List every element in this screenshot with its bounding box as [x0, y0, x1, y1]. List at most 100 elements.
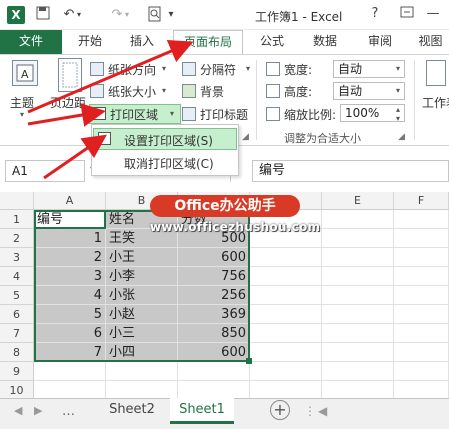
cell[interactable] — [394, 324, 449, 343]
scale-input[interactable]: 100% ▴ ▾ — [340, 104, 405, 123]
redo-dropdown-icon[interactable]: ▾ — [122, 6, 132, 24]
print-preview-icon[interactable] — [146, 6, 164, 24]
paper-size-button[interactable]: 纸张大小 — [108, 83, 156, 100]
print-titles-icon[interactable] — [182, 107, 196, 121]
sheet-options-icon[interactable] — [426, 60, 446, 86]
set-print-area-icon — [98, 132, 111, 145]
orientation-button[interactable]: 纸张方向 — [108, 61, 156, 78]
ribbon-group-divider-2 — [414, 60, 415, 140]
cell[interactable] — [178, 362, 250, 381]
cell[interactable] — [322, 248, 394, 267]
cell[interactable] — [322, 362, 394, 381]
cell[interactable] — [394, 305, 449, 324]
add-sheet-button[interactable]: + — [270, 400, 290, 420]
margins-label: 页边距 — [50, 96, 87, 110]
cell[interactable] — [394, 248, 449, 267]
cell[interactable] — [250, 305, 322, 324]
tab-formulas[interactable]: 公式 — [252, 30, 292, 54]
margins-icon[interactable] — [58, 58, 82, 92]
print-area-dropdown-icon[interactable]: ▾ — [170, 109, 174, 118]
print-titles-button[interactable]: 打印标题 — [200, 106, 248, 123]
watermark-badge: Office办公助手 — [150, 195, 300, 217]
select-all-corner[interactable] — [0, 192, 34, 210]
scale-icon — [266, 107, 280, 121]
cell[interactable] — [322, 305, 394, 324]
cell[interactable] — [322, 324, 394, 343]
themes-icon[interactable]: A — [12, 60, 38, 86]
breaks-dropdown-icon[interactable]: ▾ — [246, 64, 250, 73]
window-title: 工作簿1 - Excel — [255, 10, 343, 24]
row-header[interactable]: 4 — [0, 267, 34, 286]
row-header[interactable]: 9 — [0, 362, 34, 381]
themes-dropdown-icon[interactable]: ▾ — [20, 110, 24, 119]
tab-view[interactable]: 视图 — [412, 30, 449, 54]
cell[interactable] — [250, 267, 322, 286]
cell[interactable] — [250, 343, 322, 362]
cell[interactable] — [322, 229, 394, 248]
cell[interactable] — [394, 267, 449, 286]
cell[interactable] — [394, 229, 449, 248]
tab-file[interactable]: 文件 — [0, 30, 62, 54]
sheet-tab-sheet1[interactable]: Sheet1 — [170, 398, 234, 424]
formula-input[interactable]: 编号 — [252, 160, 449, 182]
row-header[interactable]: 5 — [0, 286, 34, 305]
column-header-e[interactable]: E — [322, 192, 394, 210]
set-print-area-label: 设置打印区域(S) — [124, 134, 213, 148]
scroll-right-icon[interactable]: ▶ — [34, 404, 42, 417]
cell[interactable] — [394, 343, 449, 362]
scroll-left-h-icon[interactable]: ◀ — [318, 404, 327, 418]
background-button[interactable]: 背景 — [200, 83, 224, 100]
cell[interactable] — [322, 210, 394, 229]
width-select[interactable]: 自动 ▾ — [333, 60, 405, 78]
dialog-launcher-icon[interactable]: ◢ — [398, 132, 405, 142]
scroll-left-icon[interactable]: ◀ — [14, 404, 22, 417]
tab-data[interactable]: 数据 — [305, 30, 345, 54]
page-setup-launcher-icon[interactable]: ◢ — [242, 132, 249, 142]
cell[interactable] — [34, 362, 106, 381]
row-header[interactable]: 8 — [0, 343, 34, 362]
help-icon[interactable]: ? — [366, 6, 384, 21]
column-header-a[interactable]: A — [34, 192, 106, 210]
tab-insert[interactable]: 插入 — [122, 30, 162, 54]
ribbon-display-options-icon[interactable] — [398, 6, 416, 22]
cell[interactable] — [250, 286, 322, 305]
cell[interactable] — [322, 343, 394, 362]
cell[interactable] — [394, 286, 449, 305]
orientation-dropdown-icon[interactable]: ▾ — [162, 64, 166, 73]
background-icon[interactable] — [182, 84, 196, 98]
breaks-icon[interactable] — [182, 62, 196, 76]
height-icon — [266, 84, 280, 98]
row-header[interactable]: 6 — [0, 305, 34, 324]
sheet-tab-scroll-handle-icon[interactable]: ⋮ — [304, 404, 316, 418]
column-header-f[interactable]: F — [394, 192, 449, 210]
cell[interactable] — [322, 267, 394, 286]
more-sheets-icon[interactable]: … — [62, 404, 75, 419]
paper-size-icon[interactable] — [90, 84, 104, 98]
customize-toolbar-icon[interactable]: ▾ — [166, 6, 176, 24]
cell[interactable] — [250, 324, 322, 343]
row-header[interactable]: 3 — [0, 248, 34, 267]
row-header[interactable]: 7 — [0, 324, 34, 343]
height-select[interactable]: 自动 ▾ — [333, 82, 405, 100]
minimize-button[interactable]: — — [424, 6, 442, 21]
menu-item-clear-print-area[interactable]: 取消打印区域(C) — [124, 155, 214, 172]
undo-dropdown-icon[interactable]: ▾ — [74, 6, 84, 24]
cell[interactable] — [250, 248, 322, 267]
sheet-tab-sheet2[interactable]: Sheet2 — [102, 398, 162, 424]
tab-page-layout[interactable]: 页面布局 — [173, 30, 243, 54]
name-box[interactable]: A1 — [5, 160, 85, 182]
save-icon[interactable] — [34, 6, 52, 24]
row-header[interactable]: 1 — [0, 210, 34, 229]
cell[interactable] — [394, 210, 449, 229]
tab-home[interactable]: 开始 — [70, 30, 110, 54]
row-header[interactable]: 2 — [0, 229, 34, 248]
breaks-button[interactable]: 分隔符 — [200, 61, 236, 78]
cell[interactable] — [106, 362, 178, 381]
tab-review[interactable]: 审阅 — [360, 30, 400, 54]
orientation-icon[interactable] — [90, 62, 104, 76]
cell[interactable] — [394, 362, 449, 381]
fill-handle[interactable] — [246, 358, 252, 364]
cell[interactable] — [250, 362, 322, 381]
paper-size-dropdown-icon[interactable]: ▾ — [162, 86, 166, 95]
cell[interactable] — [322, 286, 394, 305]
